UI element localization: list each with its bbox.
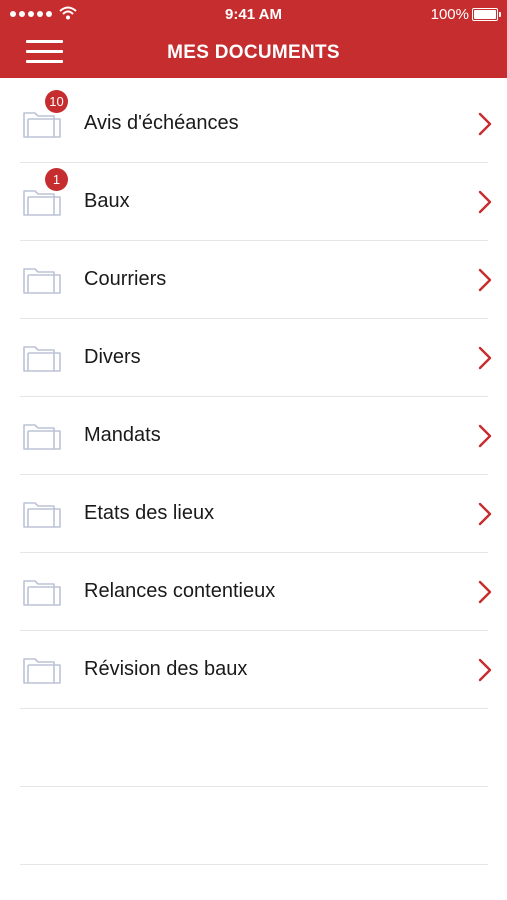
document-folder-label: Etats des lieux xyxy=(84,502,215,524)
document-folder-row[interactable]: Révision des baux xyxy=(20,631,492,709)
navigation-bar: MES DOCUMENTS xyxy=(0,28,507,78)
folder-icon xyxy=(22,419,62,451)
empty-list-row xyxy=(20,709,488,787)
page-title: MES DOCUMENTS xyxy=(167,42,340,63)
document-folder-list: 10 Avis d'échéances 1 Baux Courriers Divers Ma… xyxy=(0,85,507,865)
document-folder-label: Divers xyxy=(84,346,141,368)
unread-count-badge: 1 xyxy=(45,168,68,191)
document-folder-row[interactable]: Courriers xyxy=(20,241,492,319)
chevron-right-icon xyxy=(478,502,492,526)
folder-icon xyxy=(22,653,62,685)
document-folder-row[interactable]: 10 Avis d'échéances xyxy=(20,85,492,163)
document-folder-label: Mandats xyxy=(84,424,161,446)
chevron-right-icon xyxy=(478,658,492,682)
document-folder-label: Relances contentieux xyxy=(84,580,276,602)
folder-icon xyxy=(22,341,62,373)
document-folder-label: Avis d'échéances xyxy=(84,112,239,134)
battery-icon xyxy=(472,8,501,21)
battery-percentage: 100% xyxy=(430,6,469,23)
chevron-right-icon xyxy=(478,268,492,292)
document-folder-label: Baux xyxy=(84,190,130,212)
folder-icon xyxy=(22,497,62,529)
unread-count-badge: 10 xyxy=(45,90,68,113)
folder-icon xyxy=(22,263,62,295)
document-folder-row[interactable]: Mandats xyxy=(20,397,492,475)
empty-list-row xyxy=(20,787,488,865)
chevron-right-icon xyxy=(478,190,492,214)
document-folder-row[interactable]: Divers xyxy=(20,319,492,397)
document-folder-label: Courriers xyxy=(84,268,167,290)
chevron-right-icon xyxy=(478,112,492,136)
chevron-right-icon xyxy=(478,580,492,604)
chevron-right-icon xyxy=(478,424,492,448)
document-folder-row[interactable]: Etats des lieux xyxy=(20,475,492,553)
chevron-right-icon xyxy=(478,346,492,370)
document-folder-row[interactable]: Relances contentieux xyxy=(20,553,492,631)
folder-icon xyxy=(22,575,62,607)
status-bar: 9:41 AM 100% xyxy=(0,0,507,28)
document-folder-row[interactable]: 1 Baux xyxy=(20,163,492,241)
document-folder-label: Révision des baux xyxy=(84,658,248,680)
